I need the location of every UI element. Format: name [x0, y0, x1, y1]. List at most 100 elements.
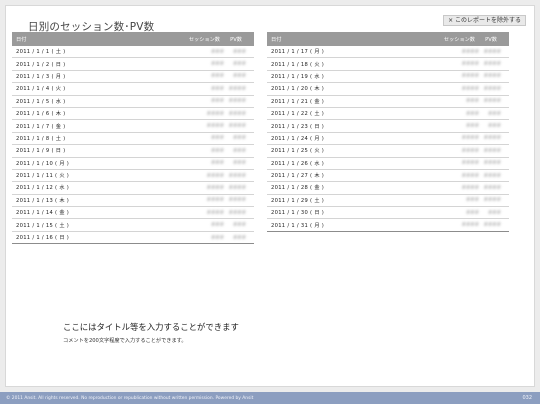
row-pv: #### — [483, 73, 501, 80]
row-sessions: #### — [461, 222, 479, 229]
row-pv: #### — [483, 160, 501, 167]
row-pv: ### — [232, 48, 246, 55]
row-sessions: ### — [210, 234, 224, 241]
row-pv: ### — [487, 123, 501, 130]
page-number: 032 — [522, 395, 532, 401]
daily-table-left: 日付 セッション数 PV数 2011 / 1 / 1 ( 土 ) ### ### 20… — [12, 32, 254, 245]
row-pv: #### — [483, 48, 501, 55]
table-body: 2011 / 1 / 1 ( 土 ) ### ### 2011 / 1 / 2 ( 日… — [12, 46, 254, 245]
row-pv: #### — [228, 98, 246, 105]
row-sessions: #### — [206, 110, 224, 117]
table-row: 2011 / 1 / 1 ( 土 ) ### ### — [12, 46, 254, 59]
row-sessions: #### — [461, 172, 479, 179]
exclude-report-button[interactable]: × このレポートを除外する — [443, 15, 526, 26]
row-pv: #### — [228, 123, 246, 130]
row-date: 2011 / 1 / 29 ( 土 ) — [271, 197, 325, 204]
row-date: 2011 / 1 / 11 ( 火 ) — [16, 173, 70, 180]
row-date: 2011 / 1 / 16 ( 日 ) — [16, 235, 70, 242]
row-date: 2011 / 1 / 17 ( 月 ) — [271, 49, 325, 56]
row-date: 2011 / 1 / 19 ( 水 ) — [271, 73, 325, 80]
column-header-sessions: セッション数 — [443, 36, 475, 43]
table-row: 2011 / 1 / 31 ( 月 ) #### #### — [267, 219, 509, 232]
row-date: 2011 / 1 / 7 ( 金 ) — [16, 123, 66, 130]
column-header-sessions: セッション数 — [188, 36, 220, 43]
row-sessions: ### — [210, 61, 224, 68]
row-date: 2011 / 1 / 25 ( 火 ) — [271, 148, 325, 155]
row-sessions: ### — [465, 123, 479, 130]
row-sessions: #### — [461, 61, 479, 68]
row-pv: ### — [232, 135, 246, 142]
table-row: 2011 / 1 / 23 ( 日 ) ### ### — [267, 120, 509, 133]
row-pv: #### — [483, 135, 501, 142]
column-header-date: 日付 — [16, 36, 27, 43]
row-pv: ### — [232, 160, 246, 167]
table-row: 2011 / 1 / 24 ( 月 ) #### #### — [267, 133, 509, 146]
row-sessions: #### — [461, 147, 479, 154]
table-header: 日付 セッション数 PV数 — [267, 32, 509, 46]
row-pv: #### — [483, 184, 501, 191]
row-pv: #### — [483, 197, 501, 204]
column-header-pv: PV数 — [230, 36, 242, 43]
table-row: 2011 / 1 / 5 ( 水 ) ### #### — [12, 96, 254, 108]
row-date: 2011 / 1 / 3 ( 月 ) — [16, 73, 66, 80]
row-date: 2011 / 1 / 4 ( 火 ) — [16, 86, 66, 93]
row-date: 2011 / 1 / 8 ( 土 ) — [16, 135, 66, 142]
column-header-date: 日付 — [271, 36, 282, 43]
row-sessions: #### — [206, 123, 224, 130]
table-row: 2011 / 1 / 18 ( 火 ) #### #### — [267, 58, 509, 71]
row-pv: #### — [228, 172, 246, 179]
row-sessions: #### — [461, 85, 479, 92]
row-pv: #### — [228, 85, 246, 92]
row-pv: ### — [232, 234, 246, 241]
table-row: 2011 / 1 / 6 ( 木 ) #### #### — [12, 108, 254, 121]
row-pv: ### — [232, 222, 246, 229]
table-row: 2011 / 1 / 30 ( 日 ) ### ### — [267, 207, 509, 220]
row-pv: #### — [483, 222, 501, 229]
table-row: 2011 / 1 / 8 ( 土 ) ### ### — [12, 133, 254, 146]
row-pv: #### — [228, 110, 246, 117]
table-row: 2011 / 1 / 15 ( 土 ) ### ### — [12, 219, 254, 232]
row-sessions: ### — [465, 110, 479, 117]
table-row: 2011 / 1 / 29 ( 土 ) ### #### — [267, 195, 509, 208]
table-row: 2011 / 1 / 25 ( 火 ) #### #### — [267, 145, 509, 158]
table-row: 2011 / 1 / 28 ( 金 ) #### #### — [267, 182, 509, 195]
row-pv: ### — [487, 110, 501, 117]
table-row: 2011 / 1 / 2 ( 日 ) ### ### — [12, 58, 254, 71]
row-sessions: #### — [206, 209, 224, 216]
row-sessions: ### — [210, 147, 224, 154]
row-date: 2011 / 1 / 22 ( 土 ) — [271, 111, 325, 118]
row-date: 2011 / 1 / 15 ( 土 ) — [16, 222, 70, 229]
row-date: 2011 / 1 / 27 ( 木 ) — [271, 173, 325, 180]
row-date: 2011 / 1 / 9 ( 日 ) — [16, 148, 66, 155]
row-pv: ### — [487, 209, 501, 216]
row-sessions: ### — [465, 209, 479, 216]
row-sessions: ### — [210, 85, 224, 92]
row-sessions: #### — [206, 184, 224, 191]
row-date: 2011 / 1 / 2 ( 日 ) — [16, 61, 66, 68]
row-date: 2011 / 1 / 18 ( 火 ) — [271, 61, 325, 68]
row-date: 2011 / 1 / 10 ( 月 ) — [16, 160, 70, 167]
row-date: 2011 / 1 / 6 ( 木 ) — [16, 111, 66, 118]
row-pv: #### — [483, 172, 501, 179]
row-date: 2011 / 1 / 21 ( 金 ) — [271, 98, 325, 105]
row-sessions: #### — [461, 184, 479, 191]
table-row: 2011 / 1 / 21 ( 金 ) ### #### — [267, 96, 509, 108]
row-sessions: ### — [210, 135, 224, 142]
row-date: 2011 / 1 / 20 ( 木 ) — [271, 86, 325, 93]
table-row: 2011 / 1 / 22 ( 土 ) ### ### — [267, 108, 509, 121]
row-date: 2011 / 1 / 28 ( 金 ) — [271, 185, 325, 192]
row-pv: ### — [232, 61, 246, 68]
table-row: 2011 / 1 / 27 ( 木 ) #### #### — [267, 170, 509, 183]
daily-table-right: 日付 セッション数 PV数 2011 / 1 / 17 ( 月 ) #### ###… — [267, 32, 509, 232]
row-sessions: ### — [210, 48, 224, 55]
row-date: 2011 / 1 / 12 ( 水 ) — [16, 185, 70, 192]
row-sessions: ### — [210, 98, 224, 105]
table-row: 2011 / 1 / 3 ( 月 ) ### ### — [12, 71, 254, 84]
table-row: 2011 / 1 / 26 ( 水 ) #### #### — [267, 158, 509, 170]
row-pv: #### — [483, 61, 501, 68]
row-date: 2011 / 1 / 24 ( 月 ) — [271, 135, 325, 142]
row-sessions: ### — [210, 73, 224, 80]
table-row: 2011 / 1 / 11 ( 火 ) #### #### — [12, 170, 254, 183]
table-row: 2011 / 1 / 9 ( 日 ) ### ### — [12, 145, 254, 158]
row-date: 2011 / 1 / 26 ( 水 ) — [271, 160, 325, 167]
